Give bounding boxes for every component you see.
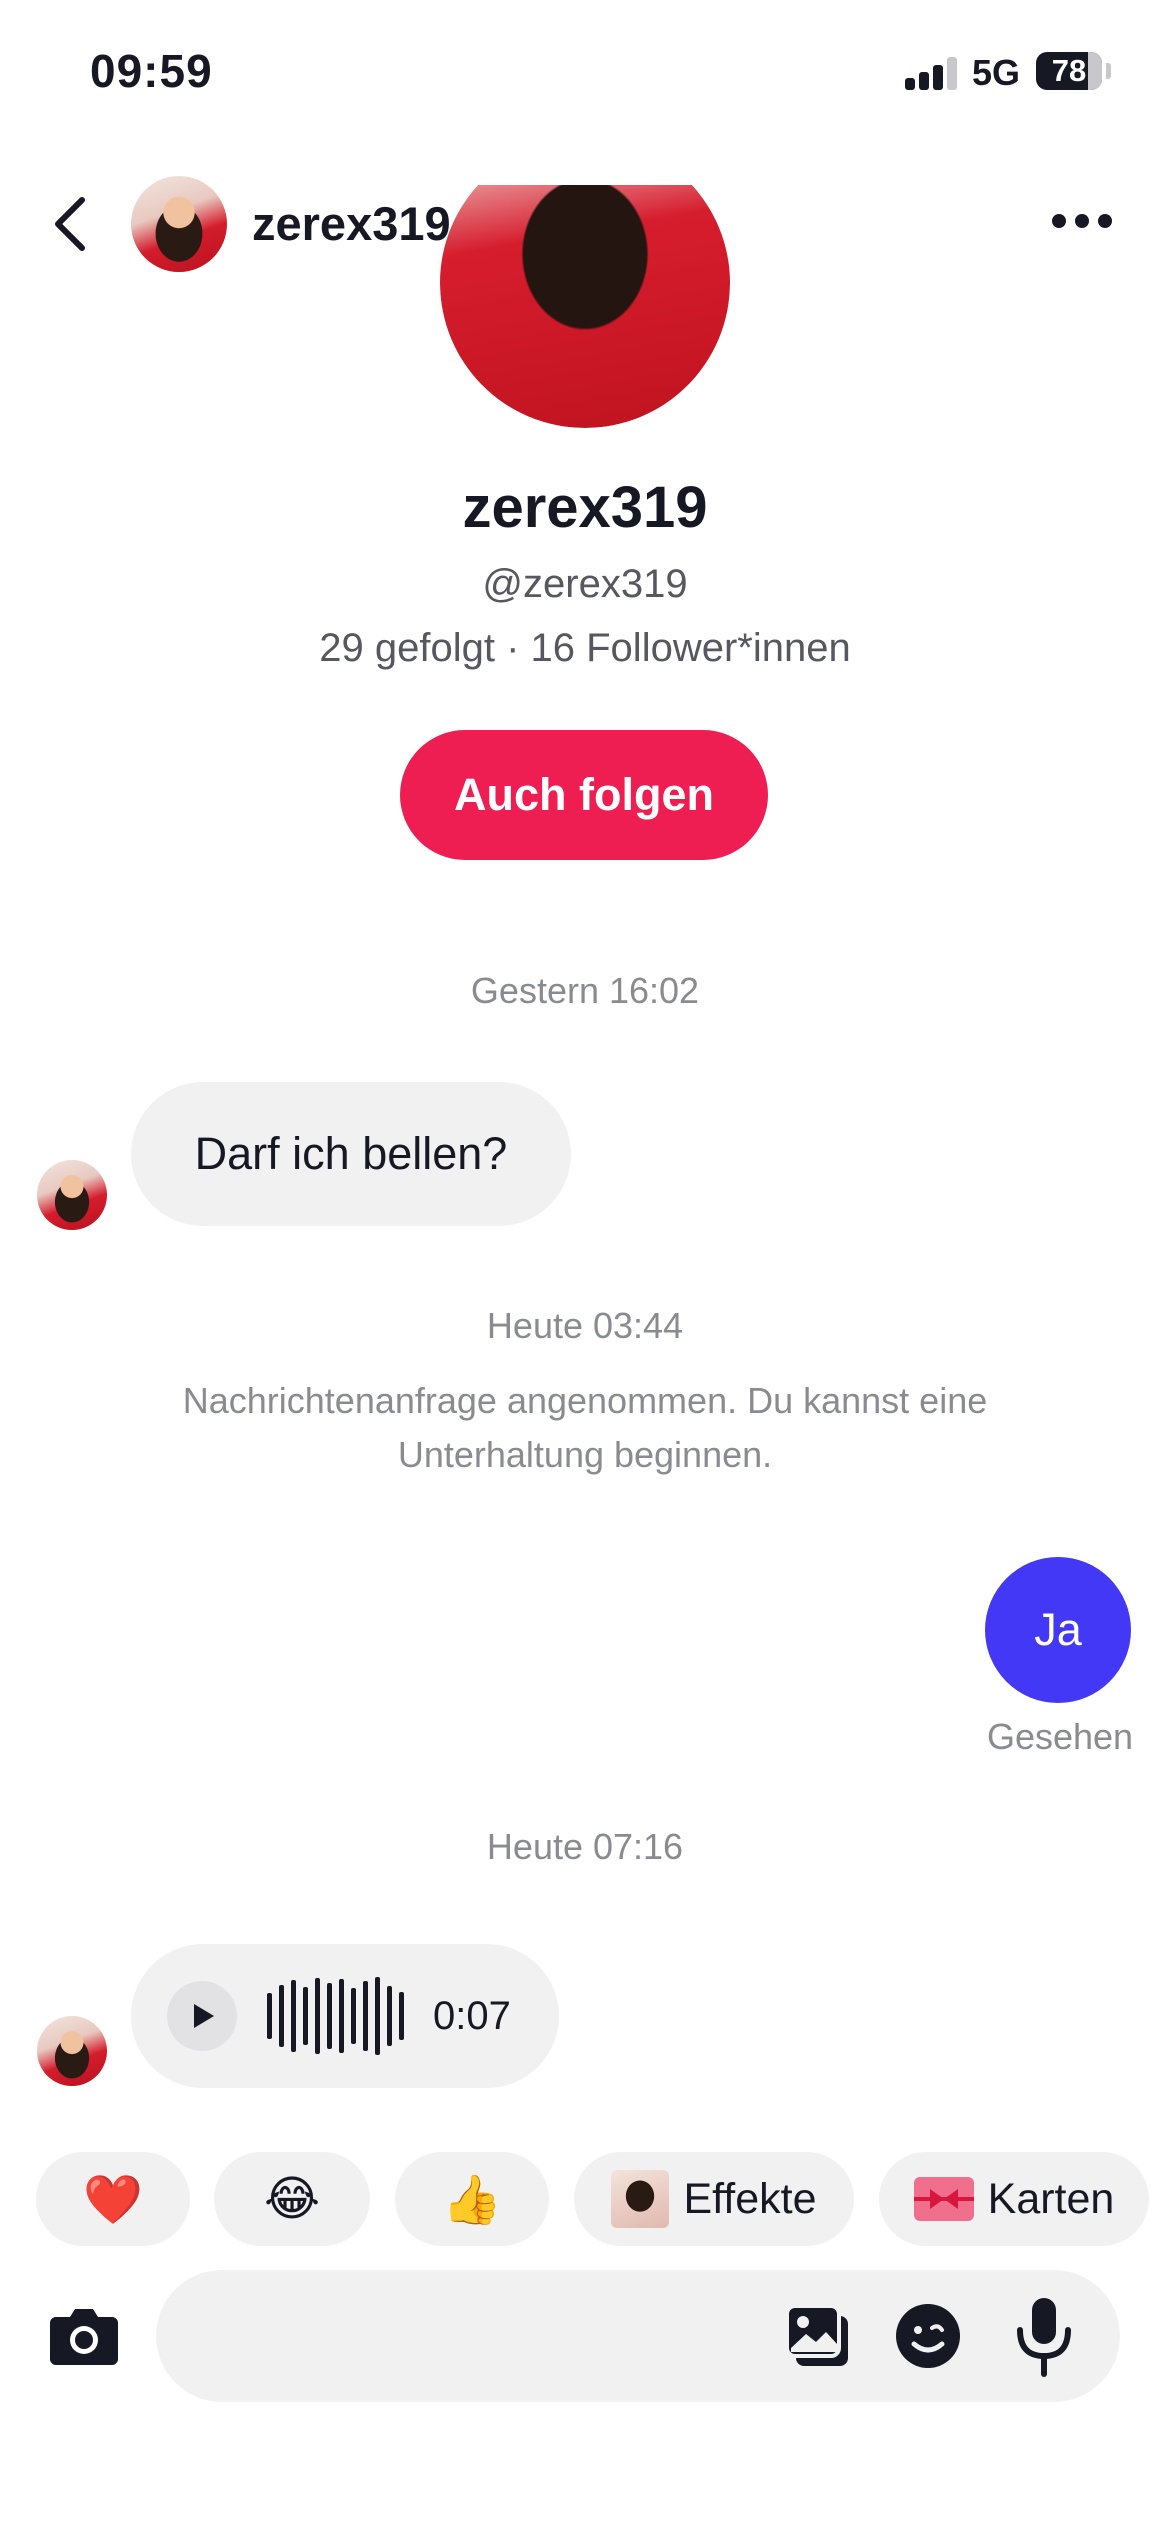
message-timestamp: Heute 03:44 [486, 1305, 684, 1346]
incoming-message[interactable]: Darf ich bellen? [131, 1082, 571, 1226]
emoji-button[interactable] [892, 2300, 964, 2372]
mic-icon [1017, 2298, 1071, 2377]
emoji-icon [896, 2304, 960, 2368]
message-timestamp: Heute 07:16 [486, 1826, 684, 1867]
heart-icon: ❤️ [83, 2173, 143, 2227]
profile-stats: 29 gefolgt · 16 Follower*innen [319, 626, 851, 670]
status-time: 09:59 [90, 45, 213, 97]
battery-level: 78 [1051, 53, 1087, 88]
waveform [267, 1976, 411, 2056]
effects-button[interactable]: Effekte [574, 2152, 854, 2246]
microphone-button[interactable] [1008, 2292, 1080, 2380]
laugh-icon: 😂 [263, 2173, 321, 2226]
camera-button[interactable] [48, 2300, 120, 2372]
battery-cap [1106, 63, 1111, 79]
sender-avatar[interactable] [37, 2016, 107, 2086]
profile-name: zerex319 [462, 475, 708, 540]
voice-message[interactable]: 0:07 [131, 1944, 559, 2088]
message-timestamp: Gestern 16:02 [470, 970, 700, 1011]
seen-status: Gesehen [986, 1716, 1134, 1757]
camera-icon [50, 2309, 118, 2365]
outgoing-message[interactable]: Ja [985, 1557, 1131, 1703]
quick-reply-laugh[interactable]: 😂 [214, 2152, 370, 2246]
cards-label: Karten [987, 2174, 1115, 2223]
back-icon [55, 197, 85, 251]
quick-reply-heart[interactable]: ❤️ [36, 2152, 190, 2246]
profile-handle: @zerex319 [482, 562, 688, 606]
more-icon[interactable] [1052, 214, 1112, 230]
thumbs-up-icon: 👍 [442, 2173, 502, 2227]
battery-icon: 78 [1036, 52, 1102, 90]
header-username[interactable]: zerex319 [252, 196, 451, 251]
voice-duration: 0:07 [433, 1993, 511, 2038]
back-button[interactable] [42, 192, 98, 256]
signal-icon [905, 56, 957, 90]
system-message: Nachrichtenanfrage angenommen. Du kannst… [182, 1380, 988, 1475]
gallery-button[interactable] [782, 2300, 854, 2372]
quick-reply-thumbs-up[interactable]: 👍 [395, 2152, 549, 2246]
play-button[interactable] [167, 1981, 237, 2051]
gallery-icon [785, 2304, 848, 2366]
effect-thumbnail-icon [611, 2170, 670, 2228]
sender-avatar[interactable] [37, 1160, 107, 1230]
network-type: 5G [972, 52, 1021, 93]
gift-card-icon [913, 2177, 974, 2221]
header-avatar[interactable] [131, 176, 227, 272]
message-input[interactable] [156, 2270, 1120, 2402]
cards-button[interactable]: Karten [879, 2152, 1149, 2246]
profile-avatar[interactable] [440, 185, 730, 428]
follow-back-button[interactable]: Auch folgen [400, 730, 768, 860]
play-icon [194, 2004, 214, 2028]
effects-label: Effekte [683, 2174, 817, 2223]
